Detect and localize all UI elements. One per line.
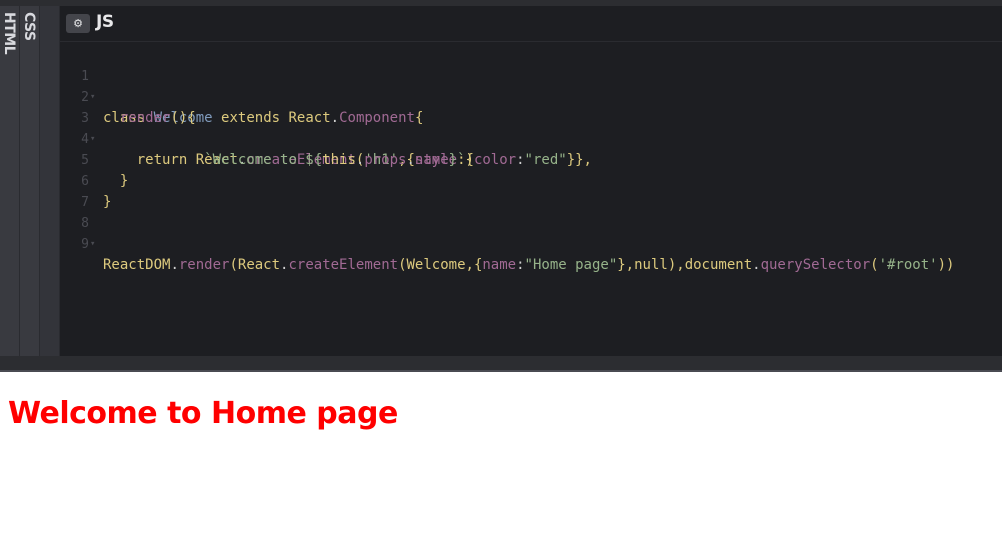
code-line: 8 ▾ ReactDOM.render(React.createElement(… — [60, 192, 1002, 273]
tab-html-label: HTML — [1, 12, 17, 55]
code-line: 1 ▾ class Welcome extends React.Componen… — [60, 45, 1002, 126]
code-line: 9 — [60, 213, 1002, 252]
code-line: 5 } — [60, 129, 1002, 189]
js-panel-title: JS — [96, 12, 114, 32]
line-number: 9 — [81, 237, 89, 252]
code-line: 6 } — [60, 150, 1002, 210]
code-line: 4 `Welcome to ${this.props.name}`) — [60, 108, 1002, 168]
resize-bar[interactable] — [0, 356, 1002, 370]
gear-icon[interactable]: ⚙ — [66, 14, 90, 33]
js-panel: ⚙ JS 1 ▾ class Welcome extends React.Com… — [60, 6, 1002, 356]
result-pane: Welcome to Home page — [0, 372, 1002, 554]
output-heading: Welcome to Home page — [8, 396, 398, 431]
code-line: 7 — [60, 171, 1002, 210]
tab-html[interactable]: HTML — [0, 6, 20, 356]
editor-area: HTML CSS ⚙ JS 1 ▾ class Welcome extends … — [0, 0, 1002, 358]
code-editor[interactable]: 1 ▾ class Welcome extends React.Componen… — [60, 45, 1002, 273]
code-line: 3 ▾ return React.createElement('h1',{sty… — [60, 87, 1002, 168]
panel-divider[interactable] — [40, 6, 60, 356]
code-text: ReactDOM.render(React.createElement(Welc… — [103, 257, 955, 273]
js-panel-header: ⚙ JS — [60, 6, 1002, 42]
tab-css[interactable]: CSS — [20, 6, 40, 356]
tab-css-label: CSS — [21, 12, 37, 41]
code-line: 2 render(){ — [60, 66, 1002, 126]
